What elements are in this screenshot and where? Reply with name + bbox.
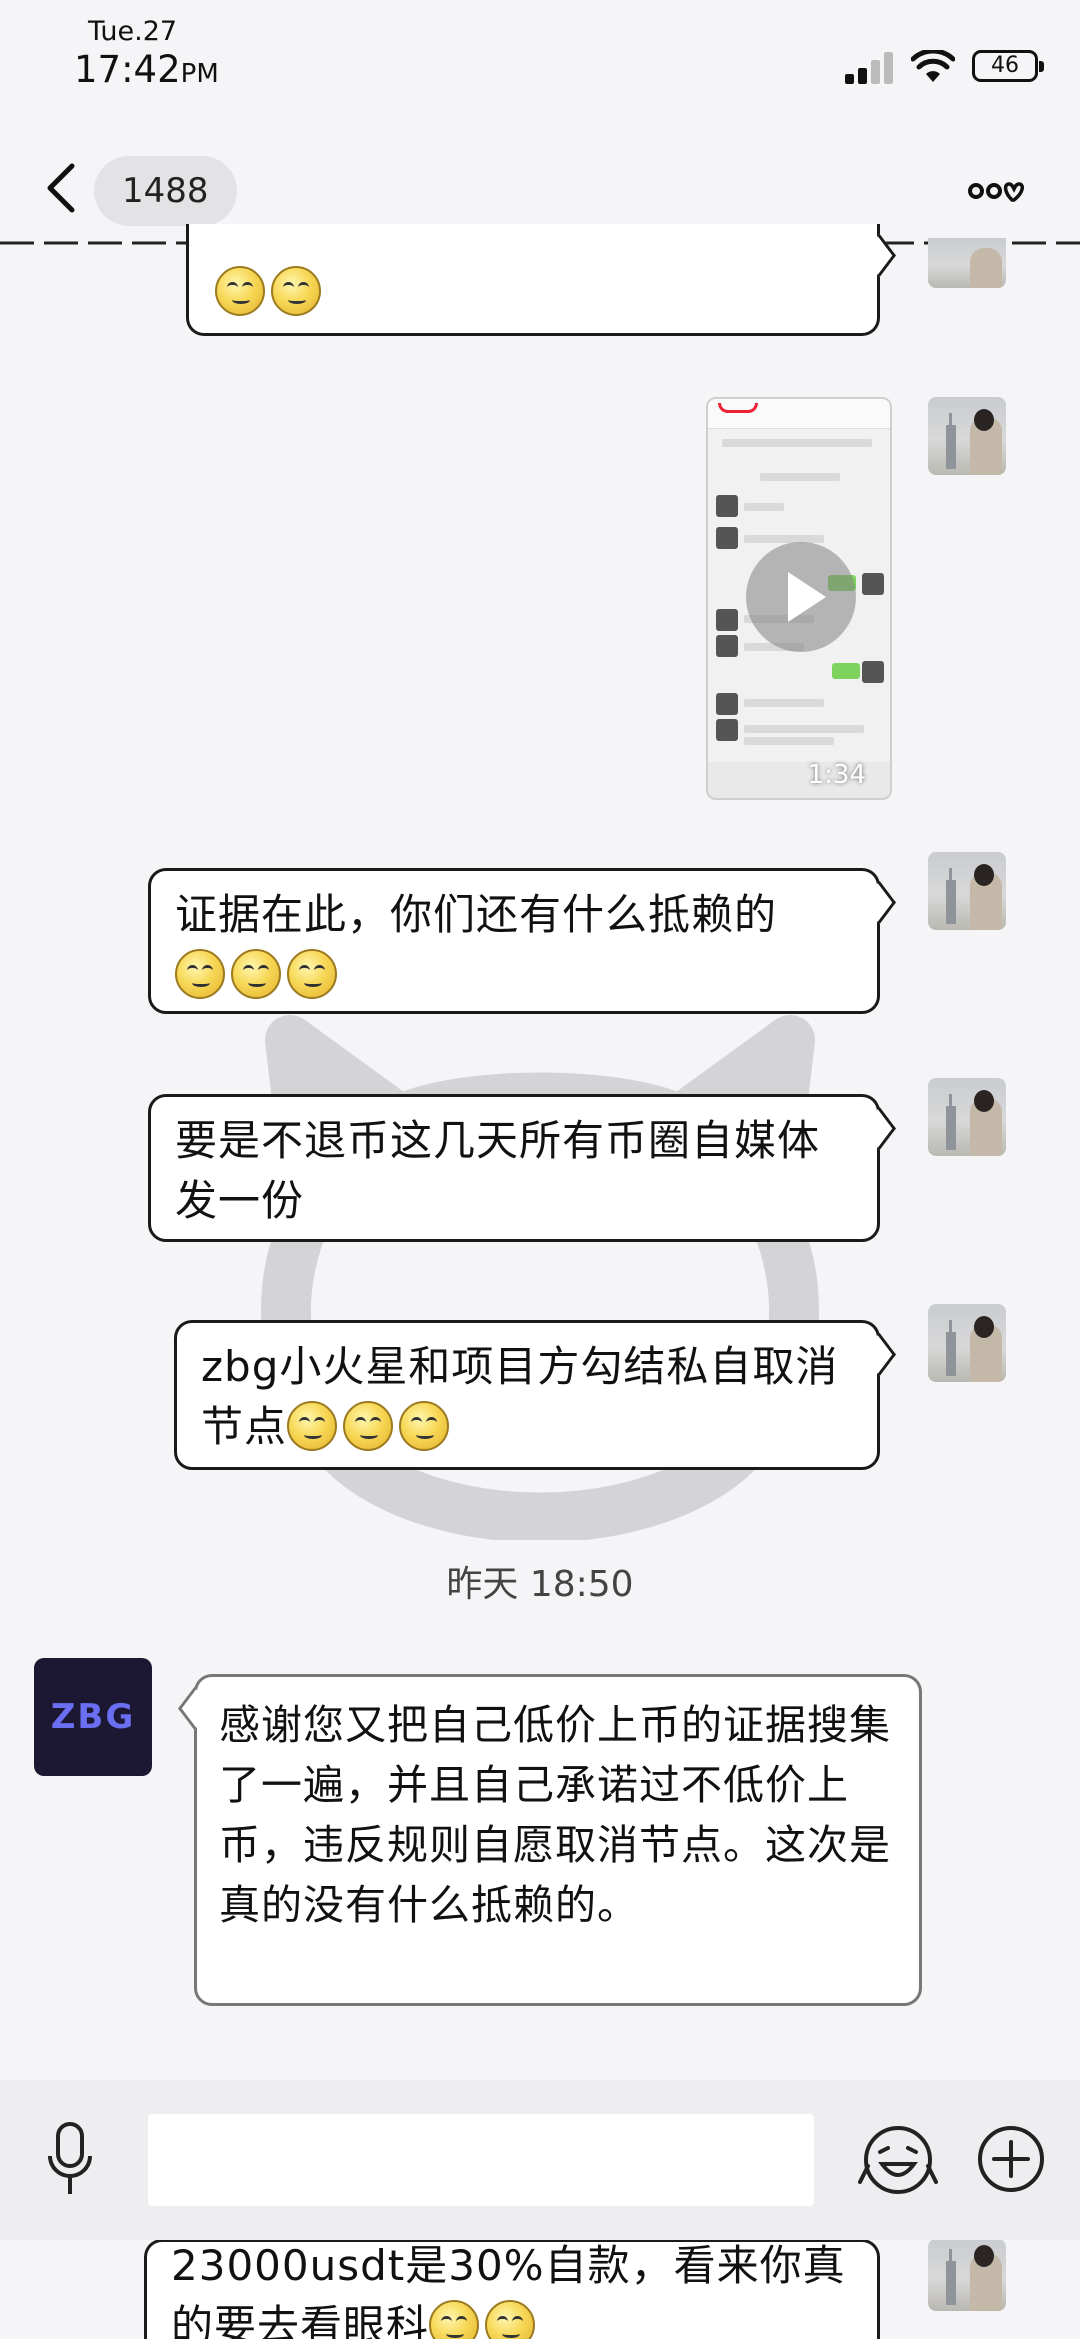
status-time: 17:42PM [74,48,219,91]
avatar[interactable] [928,238,1006,288]
avatar[interactable] [928,852,1006,930]
avatar[interactable] [928,1304,1006,1382]
zbg-avatar[interactable]: ZBG [34,1658,152,1776]
message-text: 感谢您又把自己低价上币的证据搜集了一遍，并且自己承诺过不低价上币，违反规则自愿取… [219,1701,891,1929]
status-date: Tue.27 [88,16,178,47]
message-text: 证据在此，你们还有什么抵赖的 [175,890,778,939]
smiley-emoji [429,2300,480,2339]
status-ampm: PM [180,59,219,89]
message-bubble: zbg小火星和项目方勾结私自取消节点 [174,1320,880,1470]
message-timestamp: 昨天 18:50 [446,1564,634,1605]
smiley-emoji [231,949,281,999]
status-clock: 17:42 [74,48,181,91]
smiley-emoji [399,1401,450,1451]
message-bubble: 要是不退币这几天所有币圈自媒体发一份 [148,1094,880,1242]
smiley-emoji [287,1401,338,1451]
message-text: 23000usdt是30%自款，看来你真的要去看眼科 [171,2242,877,2339]
message-input[interactable] [148,2114,814,2206]
emoji-icon[interactable] [858,2122,938,2198]
message-bubble-partial [186,224,880,336]
video-thumbnail[interactable]: 1:34 [706,397,892,800]
chevron-left-icon[interactable] [40,160,80,216]
message-bubble-incoming: 感谢您又把自己低价上币的证据搜集了一遍，并且自己承诺过不低价上币，违反规则自愿取… [194,1674,922,2006]
smiley-emoji [215,266,265,316]
more-options-icon[interactable] [968,178,1024,204]
message-text: 要是不退币这几天所有币圈自媒体发一份 [175,1116,821,1225]
plus-icon[interactable] [976,2124,1046,2194]
wifi-icon [911,50,955,82]
signal-icon [845,50,897,84]
message-bubble-partial: 23000usdt是30%自款，看来你真的要去看眼科 [144,2239,880,2339]
smiley-emoji [485,2300,536,2339]
video-duration: 1:34 [807,760,866,790]
smiley-emoji [175,949,225,999]
chat-title: 1488 [94,156,237,226]
zbg-logo: ZBG [50,1697,136,1737]
avatar[interactable] [928,397,1006,475]
battery-icon: 46 [972,50,1044,82]
avatar[interactable] [928,2239,1006,2311]
smiley-emoji [271,266,321,316]
smiley-emoji [343,1401,394,1451]
play-icon[interactable] [746,542,856,652]
smiley-emoji [287,949,337,999]
avatar[interactable] [928,1078,1006,1156]
microphone-icon[interactable] [44,2120,96,2200]
message-bubble: 证据在此，你们还有什么抵赖的 [148,868,880,1014]
